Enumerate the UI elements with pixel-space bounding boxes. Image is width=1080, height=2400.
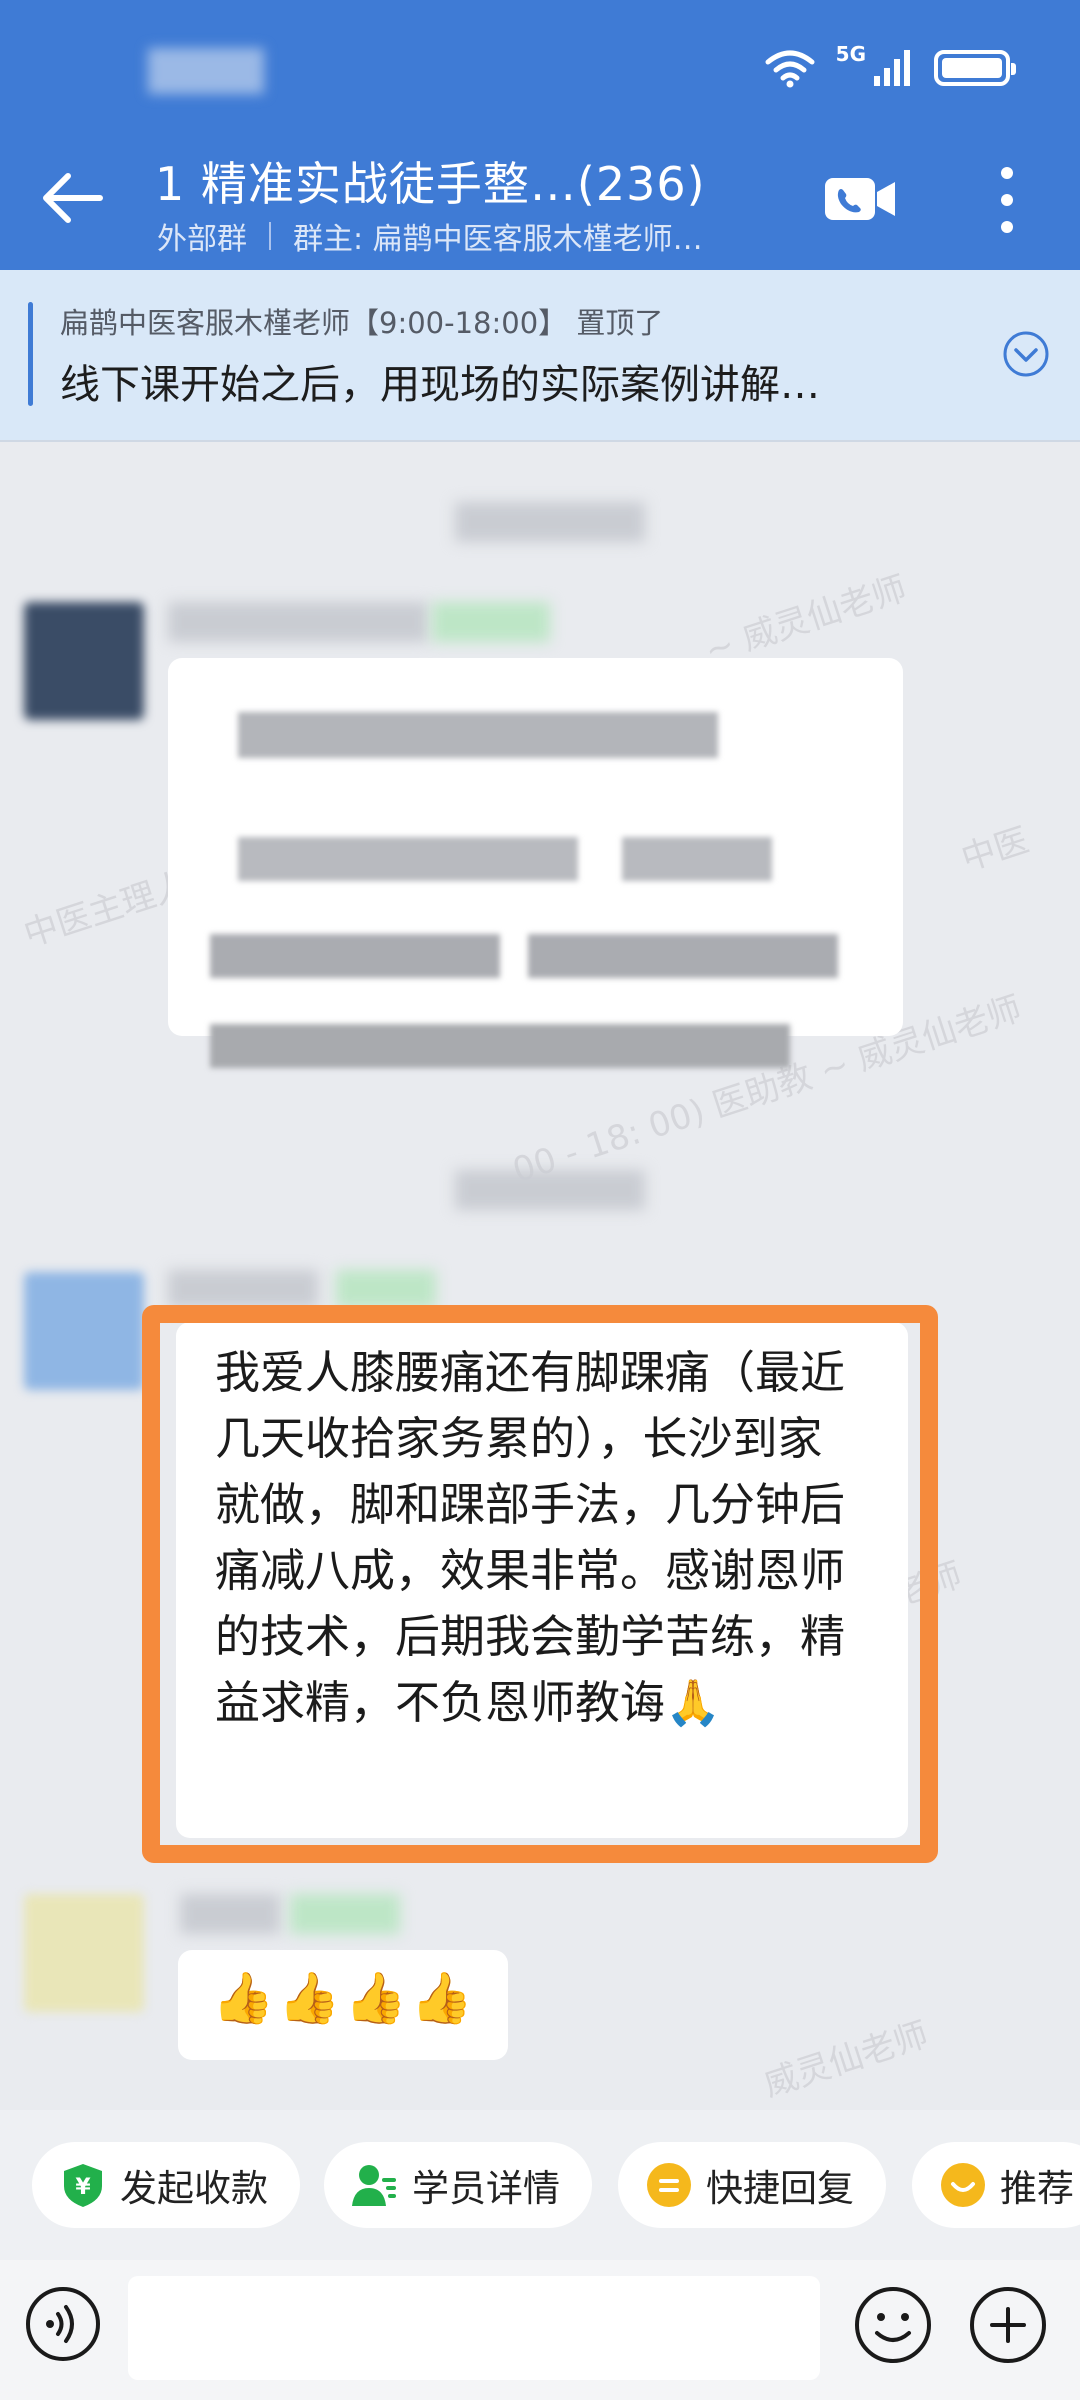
group-owner-label: 群主: 扁鹊中医客服木槿老师…	[293, 222, 703, 257]
chip-label: 发起收款	[120, 2167, 268, 2210]
svg-text:¥: ¥	[75, 2175, 91, 2200]
chat-header: 5G 1 精准实战徒手整…(236) 外部群 群主: 扁鹊中医客服木槿老师…	[0, 0, 1080, 270]
recommend-icon	[941, 2163, 985, 2207]
watermark: ~ 威灵仙老师	[700, 568, 912, 672]
avatar[interactable]	[24, 1894, 144, 2012]
blurred-sender-name	[168, 1270, 318, 1308]
add-attachment-icon[interactable]	[968, 2285, 1048, 2365]
status-bar: 5G	[0, 0, 1080, 130]
watermark: 中医	[956, 820, 1034, 880]
group-type-label: 外部群	[157, 222, 247, 257]
recommend-button[interactable]: 推荐	[912, 2142, 1080, 2228]
watermark: 威灵仙老师	[759, 2014, 934, 2106]
pinned-text: 线下课开始之后，用现场的实际案例讲解…	[60, 362, 820, 408]
group-subtitle[interactable]: 外部群 群主: 扁鹊中医客服木槿老师…	[157, 214, 703, 258]
message-input[interactable]	[128, 2276, 820, 2380]
status-icons: 5G	[764, 42, 1016, 88]
message-input-bar	[0, 2260, 1080, 2400]
blurred-content	[622, 837, 772, 881]
blurred-timestamp	[455, 502, 645, 542]
back-arrow-icon[interactable]	[38, 168, 108, 228]
blurred-content	[238, 837, 578, 881]
emoji-icon[interactable]	[853, 2285, 933, 2365]
blurred-sender-tag	[336, 1270, 436, 1308]
blurred-timestamp	[455, 1170, 645, 1210]
blurred-sender-name	[168, 602, 428, 642]
student-profile-icon	[352, 2165, 396, 2206]
chip-label: 推荐	[1000, 2167, 1074, 2210]
quick-action-bar: ¥ 发起收款 学员详情 快捷回复 推荐	[0, 2110, 1080, 2260]
highlight-frame	[142, 1305, 938, 1863]
blurred-content	[210, 934, 500, 978]
chip-label: 快捷回复	[706, 2167, 854, 2210]
voice-input-icon[interactable]	[24, 2285, 102, 2363]
blurred-sender-tag	[432, 602, 550, 642]
payment-shield-icon: ¥	[64, 2164, 102, 2207]
blurred-content	[238, 712, 718, 758]
pinned-accent-bar	[28, 302, 33, 406]
blurred-sender-name	[180, 1894, 280, 1934]
chevron-down-icon[interactable]	[1002, 330, 1050, 378]
avatar[interactable]	[24, 1272, 144, 1390]
collect-payment-button[interactable]: ¥ 发起收款	[32, 2142, 300, 2228]
pinned-meta: 扁鹊中医客服木槿老师【9:00-18:00】 置顶了	[60, 306, 664, 340]
more-options-icon[interactable]	[990, 165, 1024, 235]
blurred-time	[148, 48, 264, 94]
group-title[interactable]: 1 精准实战徒手整…(236)	[155, 148, 706, 214]
avatar[interactable]	[24, 602, 144, 720]
student-details-button[interactable]: 学员详情	[324, 2142, 592, 2228]
wifi-icon	[765, 50, 815, 88]
blurred-content	[210, 1024, 790, 1068]
blurred-sender-tag	[290, 1894, 400, 1934]
signal-icon	[874, 50, 910, 86]
video-call-icon[interactable]	[825, 174, 897, 224]
thumbs-up-emoji: 👍👍👍👍	[212, 1969, 478, 2027]
quick-reply-icon	[647, 2163, 691, 2207]
quick-reply-button[interactable]: 快捷回复	[618, 2142, 886, 2228]
chip-label: 学员详情	[412, 2167, 560, 2210]
network-type-label: 5G	[835, 42, 866, 66]
battery-icon	[934, 50, 1016, 86]
blurred-content	[528, 934, 838, 978]
subtitle-divider	[269, 222, 271, 250]
watermark: 中医主理人	[19, 864, 194, 956]
chat-messages-area[interactable]: ~ 威灵仙老师 中医主理人 00 - 18: 00) 医助教 ~ 威灵仙老师 中…	[0, 442, 1080, 2110]
pinned-message[interactable]: 扁鹊中医客服木槿老师【9:00-18:00】 置顶了 线下课开始之后，用现场的实…	[0, 270, 1080, 442]
